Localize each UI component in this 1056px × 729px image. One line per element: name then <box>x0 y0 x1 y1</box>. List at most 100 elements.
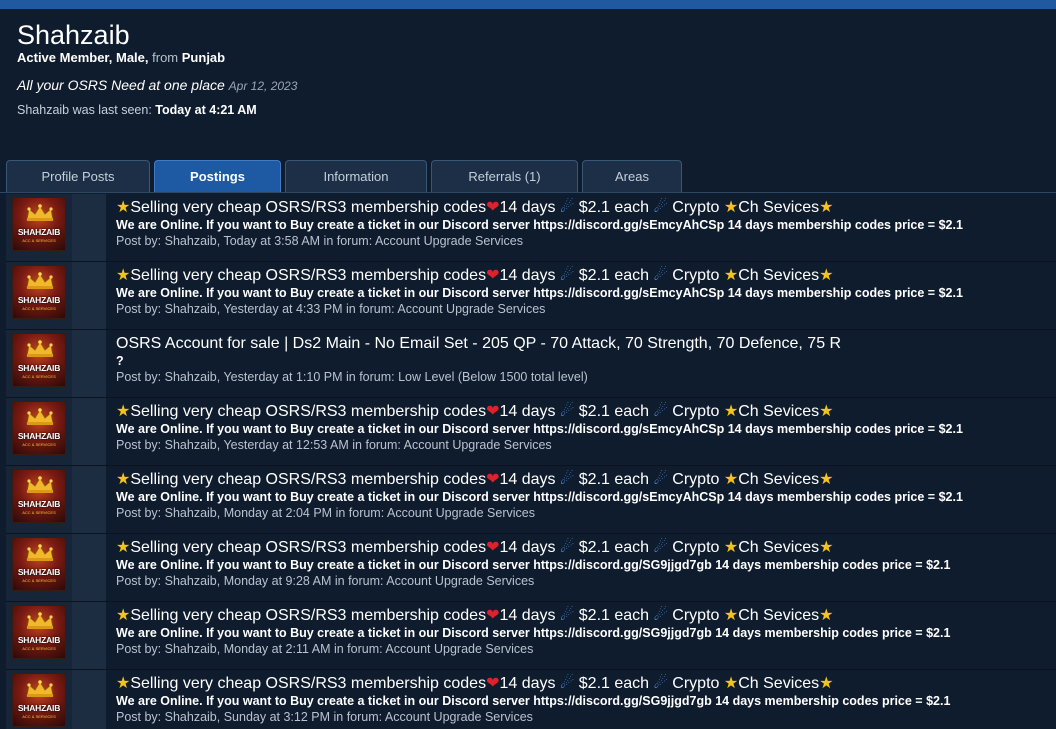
post-title-ch: Ch Sevices <box>738 267 820 284</box>
post-title-link[interactable]: Selling very cheap OSRS/RS3 membership c… <box>130 199 486 216</box>
post-title: ★ Selling very cheap OSRS/RS3 membership … <box>116 470 1056 490</box>
list-item[interactable]: SHAHZAIB ACC & SERVICES OSRS Account for s… <box>6 330 1056 398</box>
star-icon: ★ <box>723 471 739 488</box>
row-spacer <box>72 466 106 533</box>
tab-postings[interactable]: Postings <box>154 160 281 193</box>
post-title-days: 14 days <box>499 675 556 692</box>
star-icon: ★ <box>819 471 834 488</box>
post-title-days: 14 days <box>499 199 556 216</box>
post-title-ch: Ch Sevices <box>738 539 820 556</box>
post-title-days: 14 days <box>499 471 556 488</box>
heart-icon: ❤ <box>486 471 500 488</box>
star-icon: ★ <box>723 199 739 216</box>
star-icon: ★ <box>819 675 834 692</box>
post-title-price: $2.1 each <box>578 267 650 284</box>
post-title-link[interactable]: Selling very cheap OSRS/RS3 membership c… <box>130 267 486 284</box>
avatar-sublabel: ACC & SERVICES <box>22 374 56 379</box>
heart-icon: ❤ <box>486 539 500 556</box>
post-meta: Post by: Shahzaib, Yesterday at 12:53 AM… <box>116 438 552 452</box>
post-snippet: We are Online. If you want to Buy create… <box>116 286 963 300</box>
post-content: ★ Selling very cheap OSRS/RS3 membership … <box>106 534 1056 601</box>
comet-icon: ☄ <box>653 199 668 216</box>
post-title-link[interactable]: Selling very cheap OSRS/RS3 membership c… <box>130 607 486 624</box>
crown-icon <box>25 408 55 426</box>
star-icon: ★ <box>819 539 834 556</box>
post-title-link[interactable]: OSRS Account for sale | Ds2 Main - No Em… <box>116 335 841 352</box>
post-title-crypto: Crypto <box>672 199 720 216</box>
avatar-label: SHAHZAIB <box>17 635 61 645</box>
list-item[interactable]: SHAHZAIB ACC & SERVICES ★ Selling very chea… <box>6 670 1056 729</box>
post-snippet: We are Online. If you want to Buy create… <box>116 218 963 232</box>
post-meta: Post by: Shahzaib, Yesterday at 4:33 PM … <box>116 302 546 316</box>
star-icon: ★ <box>723 267 739 284</box>
crown-icon <box>25 476 55 494</box>
avatar-sublabel: ACC & SERVICES <box>22 306 56 311</box>
post-title: ★ Selling very cheap OSRS/RS3 membership … <box>116 266 1056 286</box>
row-spacer <box>72 330 106 397</box>
post-meta: Post by: Shahzaib, Sunday at 3:12 PM in … <box>116 710 533 724</box>
post-content: ★ Selling very cheap OSRS/RS3 membership … <box>106 194 1056 261</box>
avatar[interactable]: SHAHZAIB ACC & SERVICES <box>12 333 66 387</box>
star-icon: ★ <box>723 607 739 624</box>
avatar[interactable]: SHAHZAIB ACC & SERVICES <box>12 605 66 659</box>
heart-icon: ❤ <box>486 267 500 284</box>
star-icon: ★ <box>819 199 834 216</box>
avatar-cell: SHAHZAIB ACC & SERVICES <box>6 194 72 261</box>
comet-icon: ☄ <box>559 403 575 420</box>
avatar[interactable]: SHAHZAIB ACC & SERVICES <box>12 197 66 251</box>
tab-information[interactable]: Information <box>285 160 427 193</box>
list-item[interactable]: SHAHZAIB ACC & SERVICES ★ Selling very chea… <box>6 194 1056 262</box>
avatar-label: SHAHZAIB <box>17 431 61 441</box>
star-icon: ★ <box>819 267 834 284</box>
post-title-ch: Ch Sevices <box>738 471 820 488</box>
avatar[interactable]: SHAHZAIB ACC & SERVICES <box>12 673 66 727</box>
post-title: ★ Selling very cheap OSRS/RS3 membership … <box>116 674 1056 694</box>
avatar-cell: SHAHZAIB ACC & SERVICES <box>6 262 72 329</box>
post-title-price: $2.1 each <box>578 607 650 624</box>
list-item[interactable]: SHAHZAIB ACC & SERVICES ★ Selling very chea… <box>6 466 1056 534</box>
post-snippet: We are Online. If you want to Buy create… <box>116 422 963 436</box>
user-location-link[interactable]: Punjab <box>182 50 225 65</box>
status-text: All your OSRS Need at one place <box>17 77 225 93</box>
post-title: ★Selling very cheap OSRS/RS3 membership … <box>116 606 1056 626</box>
comet-icon: ☄ <box>653 539 668 556</box>
avatar[interactable]: SHAHZAIB ACC & SERVICES <box>12 537 66 591</box>
post-snippet: We are Online. If you want to Buy create… <box>116 490 963 504</box>
post-content: ★ Selling very cheap OSRS/RS3 membership … <box>106 398 1056 465</box>
post-title-link[interactable]: Selling very cheap OSRS/RS3 membership c… <box>130 539 486 556</box>
post-title-link[interactable]: Selling very cheap OSRS/RS3 membership c… <box>130 471 486 488</box>
post-title: OSRS Account for sale | Ds2 Main - No Em… <box>116 334 1056 354</box>
list-item[interactable]: SHAHZAIB ACC & SERVICES ★ Selling very chea… <box>6 534 1056 602</box>
star-icon: ★ <box>819 403 834 420</box>
post-title-link[interactable]: Selling very cheap OSRS/RS3 membership c… <box>130 403 486 420</box>
tab-referrals-1[interactable]: Referrals (1) <box>431 160 578 193</box>
postings-list: SHAHZAIB ACC & SERVICES ★Selling very chea… <box>6 194 1056 729</box>
post-title-link[interactable]: Selling very cheap OSRS/RS3 membership c… <box>130 675 486 692</box>
post-snippet: We are Online. If you want to Buy create… <box>116 558 951 572</box>
avatar-cell: SHAHZAIB ACC & SERVICES <box>6 534 72 601</box>
status-date[interactable]: Apr 12, 2023 <box>229 79 298 93</box>
post-content: ★Selling very cheap OSRS/RS3 membership … <box>106 602 1056 669</box>
avatar[interactable]: SHAHZAIB ACC & SERVICES <box>12 469 66 523</box>
tab-profile-posts[interactable]: Profile Posts <box>6 160 150 193</box>
avatar-label: SHAHZAIB <box>17 227 61 237</box>
star-icon: ★ <box>116 607 131 624</box>
post-title-days: 14 days <box>499 539 556 556</box>
comet-icon: ☄ <box>653 267 668 284</box>
comet-icon: ☄ <box>559 471 575 488</box>
avatar-sublabel: ACC & SERVICES <box>22 646 56 651</box>
row-spacer <box>72 602 106 669</box>
post-title-crypto: Crypto <box>672 403 720 420</box>
list-item[interactable]: SHAHZAIB ACC & SERVICES ★Selling very chea… <box>6 602 1056 670</box>
crown-icon <box>25 544 55 562</box>
heart-icon: ❤ <box>486 199 500 216</box>
list-item[interactable]: SHAHZAIB ACC & SERVICES ★ Selling very chea… <box>6 262 1056 330</box>
list-item[interactable]: SHAHZAIB ACC & SERVICES ★ Selling very chea… <box>6 398 1056 466</box>
avatar[interactable]: SHAHZAIB ACC & SERVICES <box>12 265 66 319</box>
avatar-sublabel: ACC & SERVICES <box>22 442 56 447</box>
tab-areas[interactable]: Areas <box>582 160 682 193</box>
avatar[interactable]: SHAHZAIB ACC & SERVICES <box>12 401 66 455</box>
profile-tabs: Profile Posts Postings Information Referral… <box>6 160 686 193</box>
tab-divider <box>0 192 1056 193</box>
post-title-days: 14 days <box>499 607 556 624</box>
